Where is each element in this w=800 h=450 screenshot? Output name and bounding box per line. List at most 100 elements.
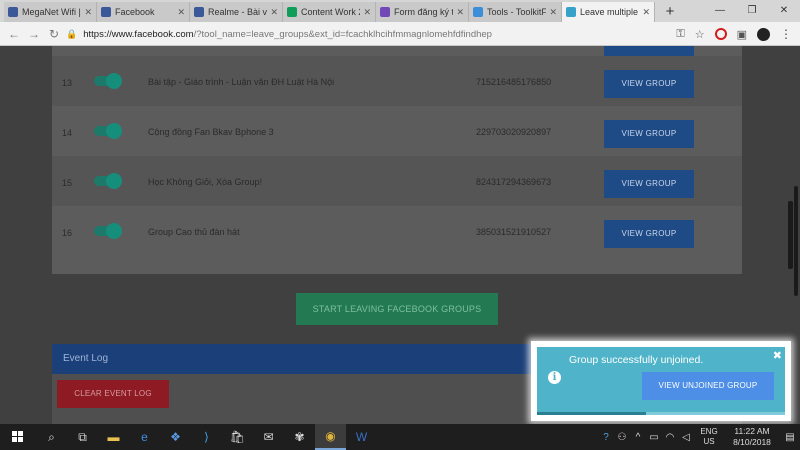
close-tab-icon[interactable]: ✕ xyxy=(84,7,92,18)
edge-icon[interactable]: e xyxy=(129,424,160,450)
group-id: 385031521910527 xyxy=(476,227,552,237)
browser-toolbar: ← → ↻ 🔒 https://www.facebook.com/?tool_n… xyxy=(0,22,800,46)
group-toggle[interactable] xyxy=(94,123,122,139)
clock[interactable]: 11:22 AM 8/10/2018 xyxy=(724,426,780,448)
tab-form[interactable]: Form đăng ký t ✕ xyxy=(376,2,469,22)
start-leaving-groups-button[interactable]: START LEAVING FACEBOOK GROUPS xyxy=(296,293,498,325)
wifi-icon[interactable]: ◠ xyxy=(662,432,678,443)
page-scrollbar[interactable] xyxy=(794,186,798,296)
app-icon[interactable]: ✾ xyxy=(284,424,315,450)
url-host: https://www.facebook.com xyxy=(83,28,194,40)
lang-line1: ENG xyxy=(700,427,718,436)
start-button[interactable] xyxy=(0,424,36,450)
tab-tools[interactable]: Tools - ToolkitF ✕ xyxy=(469,2,562,22)
back-icon[interactable]: ← xyxy=(4,27,24,41)
mail-icon[interactable]: ✉ xyxy=(253,424,284,450)
group-list-card: 13 Bài tập - Giáo trình - Luận văn ĐH Lu… xyxy=(52,46,793,274)
search-icon[interactable]: ⌕ xyxy=(36,424,67,450)
table-row: 15 Học Không Giỏi, Xóa Group! 8243172943… xyxy=(52,156,742,206)
sheets-favicon-icon xyxy=(287,7,297,17)
table-row: 14 Cộng đồng Fan Bkav Bphone 3 229703020… xyxy=(52,106,742,156)
tab-meganet[interactable]: MegaNet Wifi | ✕ xyxy=(4,2,97,22)
facebook-favicon-icon xyxy=(194,7,204,17)
view-group-button[interactable]: VIEW GROUP xyxy=(604,70,694,98)
close-tab-icon[interactable]: ✕ xyxy=(456,7,464,18)
help-icon[interactable]: ? xyxy=(598,432,614,443)
view-unjoined-group-button[interactable]: VIEW UNJOINED GROUP xyxy=(642,372,774,400)
group-id: 229703020920897 xyxy=(476,127,552,137)
reload-icon[interactable]: ↻ xyxy=(44,27,64,41)
row-number: 13 xyxy=(62,78,73,88)
close-tab-icon[interactable]: ✕ xyxy=(642,7,650,18)
toolkit-favicon-icon xyxy=(566,7,576,17)
store-icon[interactable]: 🛍 xyxy=(222,424,253,450)
info-icon: i xyxy=(548,371,561,384)
group-id: 824317294369673 xyxy=(476,177,552,187)
list-scrollbar[interactable] xyxy=(788,201,793,269)
star-icon[interactable]: ☆ xyxy=(695,28,705,41)
tab-facebook[interactable]: Facebook ✕ xyxy=(97,2,190,22)
tab-title: Form đăng ký t xyxy=(394,7,454,17)
browser-tab-strip: MegaNet Wifi | ✕ Facebook ✕ Realme - Bài… xyxy=(0,0,800,22)
menu-icon[interactable]: ⋮ xyxy=(780,27,792,41)
new-tab-button[interactable]: + xyxy=(661,3,679,21)
lock-icon: 🔒 xyxy=(66,28,78,39)
tab-title: Content Work 2 xyxy=(301,7,361,17)
language-indicator[interactable]: ENG US xyxy=(694,427,724,447)
toast-progress-bar xyxy=(537,412,647,415)
chevron-up-icon[interactable]: ^ xyxy=(630,432,646,443)
forward-icon[interactable]: → xyxy=(24,27,44,41)
row-number: 16 xyxy=(62,228,73,238)
windows-taskbar: ⌕ ⧉ ▬ e ❖ ⟩ 🛍 ✉ ✾ ◉ W ? ⚇ ^ ▭ ◠ ◁ ENG US… xyxy=(0,424,800,450)
view-group-button[interactable]: VIEW GROUP xyxy=(604,170,694,198)
tab-title: Facebook xyxy=(115,7,155,17)
system-tray: ? ⚇ ^ ▭ ◠ ◁ ENG US 11:22 AM 8/10/2018 ▤ xyxy=(598,424,800,450)
volume-icon[interactable]: ◁ xyxy=(678,432,694,443)
address-bar[interactable]: 🔒 https://www.facebook.com/?tool_name=le… xyxy=(66,25,646,43)
close-tab-icon[interactable]: ✕ xyxy=(270,7,278,18)
chrome-icon[interactable]: ◉ xyxy=(315,424,346,450)
file-explorer-icon[interactable]: ▬ xyxy=(98,424,129,450)
table-row: 13 Bài tập - Giáo trình - Luận văn ĐH Lu… xyxy=(52,56,742,106)
clear-event-log-button[interactable]: CLEAR EVENT LOG xyxy=(57,380,169,408)
close-tab-icon[interactable]: ✕ xyxy=(177,7,185,18)
table-row: 16 Group Cao thủ đàn hát 385031521910527… xyxy=(52,206,742,256)
opera-extension-icon[interactable] xyxy=(714,28,727,40)
dropbox-icon[interactable]: ❖ xyxy=(160,424,191,450)
group-name: Group Cao thủ đàn hát xyxy=(148,227,240,237)
close-icon[interactable]: ✖ xyxy=(773,349,782,362)
tab-title: Realme - Bài vi xyxy=(208,7,268,17)
visual-studio-code-icon[interactable]: ⟩ xyxy=(191,424,222,450)
view-group-button[interactable]: VIEW GROUP xyxy=(604,220,694,248)
view-group-button[interactable]: VIEW GROUP xyxy=(604,120,694,148)
task-view-icon[interactable]: ⧉ xyxy=(67,424,98,450)
row-number: 15 xyxy=(62,178,73,188)
profile-avatar[interactable] xyxy=(757,27,770,41)
group-toggle[interactable] xyxy=(94,223,122,239)
minimize-icon[interactable]: — xyxy=(704,0,736,22)
word-icon[interactable]: W xyxy=(346,424,377,450)
tab-realme[interactable]: Realme - Bài vi ✕ xyxy=(190,2,283,22)
maximize-icon[interactable]: ❐ xyxy=(736,0,768,22)
url-path: /?tool_name=leave_groups&ext_id=fcachklh… xyxy=(193,28,492,40)
row-number: 14 xyxy=(62,128,73,138)
battery-icon[interactable]: ▭ xyxy=(646,432,662,443)
tab-leave-multiple[interactable]: Leave multiple ✕ xyxy=(562,2,655,22)
close-tab-icon[interactable]: ✕ xyxy=(549,7,557,18)
group-id: 715216485176850 xyxy=(476,77,552,87)
people-icon[interactable]: ⚇ xyxy=(614,432,630,443)
tab-content-work[interactable]: Content Work 2 ✕ xyxy=(283,2,376,22)
close-window-icon[interactable]: ✕ xyxy=(768,0,800,22)
key-icon[interactable]: ⚿ xyxy=(676,28,684,41)
facebook-favicon-icon xyxy=(101,7,111,17)
close-tab-icon[interactable]: ✕ xyxy=(363,7,371,18)
toast-message: Group successfully unjoined. xyxy=(569,354,704,366)
group-toggle[interactable] xyxy=(94,173,122,189)
extension-icon[interactable]: ▣ xyxy=(737,28,747,41)
group-name: Học Không Giỏi, Xóa Group! xyxy=(148,177,263,187)
toolkit-favicon-icon xyxy=(473,7,483,17)
group-name: Bài tập - Giáo trình - Luận văn ĐH Luật … xyxy=(148,77,335,87)
group-toggle[interactable] xyxy=(94,73,122,89)
toast-notification: Group successfully unjoined. i ✖ VIEW UN… xyxy=(537,347,785,415)
notification-icon[interactable]: ▤ xyxy=(780,432,800,443)
